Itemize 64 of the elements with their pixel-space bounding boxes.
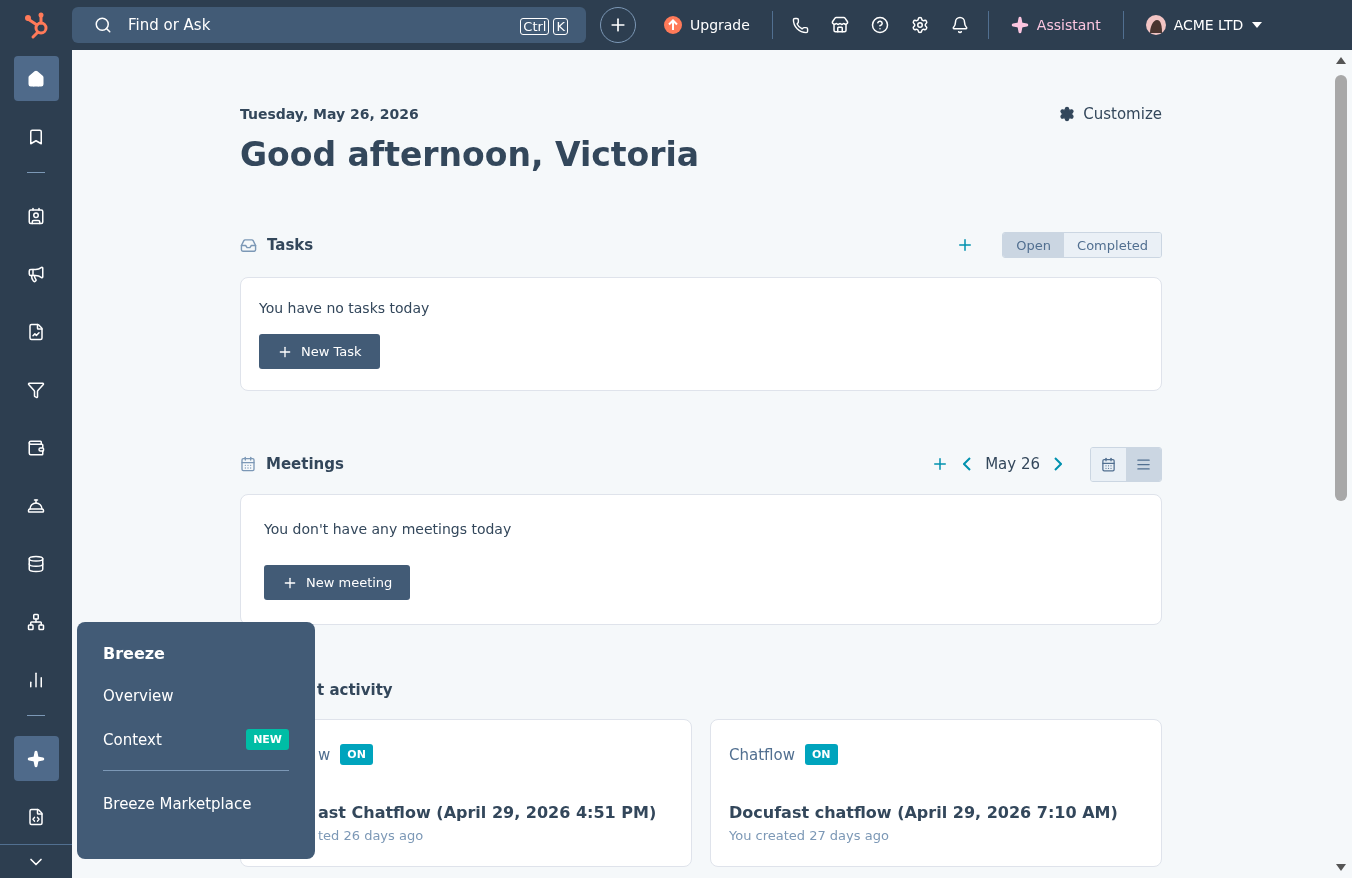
new-task-button[interactable]: New Task bbox=[259, 334, 380, 369]
menu-title: Breeze bbox=[103, 644, 166, 663]
search-field[interactable]: Find or Ask Ctrl K bbox=[72, 7, 586, 43]
filter-tab[interactable]: Completed bbox=[1064, 233, 1161, 257]
activity-title[interactable]: ast Chatflow (April 29, 2026 4:51 PM) bbox=[318, 803, 673, 822]
activity-meta: You created 27 days ago bbox=[729, 828, 890, 843]
report-icon bbox=[27, 322, 45, 341]
date-text: Tuesday, May 26, 2026 bbox=[240, 106, 419, 122]
upgrade-button[interactable]: Upgrade bbox=[650, 7, 764, 43]
menu-item[interactable]: Overview bbox=[103, 685, 289, 707]
code-file-icon bbox=[27, 807, 45, 826]
avatar-icon bbox=[1145, 15, 1166, 35]
scroll-up-icon[interactable] bbox=[1334, 55, 1348, 65]
service-bell-icon bbox=[27, 496, 45, 515]
keyboard-key: K bbox=[553, 17, 568, 35]
filter-tab[interactable]: Open bbox=[1003, 233, 1065, 257]
sparkle-nav-button[interactable] bbox=[13, 736, 59, 781]
section-title: Tasks bbox=[267, 236, 314, 254]
new-badge: NEW bbox=[246, 729, 289, 751]
home-icon bbox=[27, 69, 45, 88]
sparkle-icon bbox=[27, 749, 45, 768]
menu-item[interactable]: Context NEW bbox=[103, 728, 289, 751]
chevron-right-icon bbox=[1054, 457, 1062, 471]
home-nav-button[interactable] bbox=[13, 56, 59, 101]
tasks-icon bbox=[240, 236, 257, 254]
network-icon bbox=[27, 612, 45, 631]
section-title: t activity bbox=[317, 681, 393, 699]
sparkle-icon bbox=[1010, 16, 1029, 34]
account-menu[interactable]: ACME LTD bbox=[1131, 7, 1278, 43]
customize-button[interactable]: Customize bbox=[1059, 105, 1162, 123]
contact-book-icon bbox=[27, 206, 45, 225]
caret-icon bbox=[1251, 21, 1264, 29]
keyboard-key: Ctrl bbox=[520, 17, 550, 35]
empty-message: You don't have any meetings today bbox=[264, 521, 513, 537]
status-badge: ON bbox=[340, 744, 373, 765]
search-input[interactable]: Find or Ask bbox=[126, 15, 503, 35]
gear-icon bbox=[1059, 106, 1076, 122]
empty-message: You have no tasks today bbox=[259, 300, 431, 316]
activity-meta: ted 26 days ago bbox=[318, 828, 425, 843]
calendar-icon bbox=[1101, 456, 1116, 472]
assistant-button[interactable]: Assistant bbox=[996, 7, 1115, 43]
activity-type: w bbox=[318, 745, 331, 764]
menu-item[interactable]: Breeze Marketplace bbox=[103, 793, 289, 815]
database-icon bbox=[27, 554, 45, 573]
date-label: May 26 bbox=[985, 455, 1040, 473]
activity-title[interactable]: Docufast chatflow (April 29, 2026 7:10 AM) bbox=[729, 803, 1143, 822]
list-icon bbox=[1136, 456, 1151, 472]
new-meeting-button[interactable]: New meeting bbox=[264, 565, 411, 600]
wallet-icon bbox=[27, 438, 45, 457]
megaphone-icon bbox=[27, 264, 45, 283]
section-title: Meetings bbox=[266, 455, 344, 473]
next-button[interactable] bbox=[1054, 457, 1062, 471]
funnel-icon bbox=[27, 380, 45, 399]
greeting-heading: Good afternoon, Victoria bbox=[240, 135, 701, 174]
search-icon bbox=[94, 16, 112, 34]
status-badge: ON bbox=[804, 744, 838, 765]
chevron-left-icon bbox=[963, 457, 972, 471]
activity-type: Chatflow bbox=[729, 745, 795, 764]
bar-chart-icon bbox=[27, 670, 45, 689]
bookmark-icon bbox=[27, 127, 45, 146]
previous-button[interactable] bbox=[963, 457, 972, 471]
calendar-view-button[interactable] bbox=[1091, 447, 1126, 481]
calendar-icon bbox=[240, 456, 256, 472]
scroll-down-icon[interactable] bbox=[1334, 863, 1348, 873]
